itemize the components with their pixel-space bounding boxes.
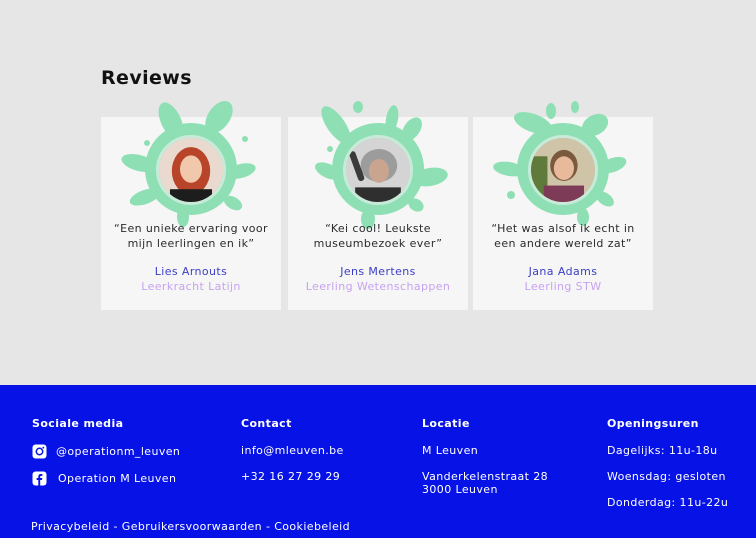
review-quote: “Een unieke ervaring voor mijn leerlinge… [114, 222, 268, 250]
social-title: Sociale media [32, 417, 124, 430]
avatar [156, 135, 226, 205]
hours-thursday: Donderdag: 11u-22u [607, 496, 729, 509]
review-card: “Kei cool! Leukste museumbezoek ever” Je… [288, 101, 468, 310]
hours-wednesday: Woensdag: gesloten [607, 470, 726, 483]
footer-hours-column: Openingsuren Dagelijks: 11u-18u Woensdag… [607, 417, 728, 522]
contact-title: Contact [241, 417, 292, 430]
location-street: Vanderkelenstraat 28 [422, 470, 549, 483]
hours-title: Openingsuren [607, 417, 699, 430]
footer-location-column: Locatie M Leuven Vanderkelenstraat 28 30… [422, 417, 548, 496]
facebook-icon [32, 471, 47, 486]
facebook-link[interactable]: Operation M Leuven [32, 471, 180, 486]
footer: Sociale media @operationm_leuven Operati… [0, 385, 756, 538]
avatar [343, 135, 413, 205]
review-card: “Het was alsof ik echt in een andere wer… [473, 101, 653, 310]
instagram-icon [32, 444, 47, 459]
footer-contact-column: Contact info@mleuven.be +32 16 27 29 29 [241, 417, 344, 496]
reviewer-name: Lies Arnouts [154, 265, 228, 278]
location-city: 3000 Leuven [422, 483, 498, 496]
review-card: “Een unieke ervaring voor mijn leerlinge… [101, 100, 281, 310]
reviewer-name: Jana Adams [528, 265, 598, 278]
hours-daily: Dagelijks: 11u-18u [607, 444, 718, 457]
review-quote: “Het was alsof ik echt in een andere wer… [491, 222, 635, 250]
reviewer-role: Leerling Wetenschappen [305, 280, 451, 293]
instagram-handle: @operationm_leuven [56, 444, 181, 458]
avatar [528, 135, 598, 205]
phone-link[interactable]: +32 16 27 29 29 [241, 470, 344, 484]
facebook-page: Operation M Leuven [58, 471, 177, 485]
legal-links[interactable]: Privacybeleid - Gebruikersvoorwaarden - … [31, 520, 350, 533]
email-link[interactable]: info@mleuven.be [241, 444, 344, 458]
reviewer-role: Leerling STW [524, 280, 602, 293]
review-quote: “Kei cool! Leukste museumbezoek ever” [313, 222, 443, 250]
footer-social-column: Sociale media @operationm_leuven Operati… [32, 417, 180, 498]
location-name: M Leuven [422, 444, 479, 457]
instagram-link[interactable]: @operationm_leuven [32, 444, 180, 459]
location-title: Locatie [422, 417, 470, 430]
reviewer-name: Jens Mertens [340, 265, 416, 278]
reviewer-role: Leerkracht Latijn [141, 280, 241, 293]
reviews-heading: Reviews [101, 67, 192, 89]
